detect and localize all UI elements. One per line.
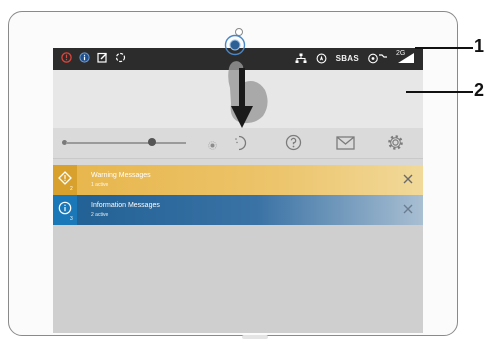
warning-messages-row[interactable]: 2 Warning Messages 1 active	[53, 165, 423, 195]
tablet-frame: SBAS 2G 2 Warning Messages 1 active 3 In…	[8, 11, 458, 339]
gear-icon[interactable]	[387, 134, 404, 156]
warning-icon-box: 2	[53, 165, 77, 195]
info-count: 3	[70, 216, 73, 222]
sensor-icon[interactable]	[368, 53, 388, 64]
brightness-slider-track[interactable]	[66, 142, 186, 144]
callout-label-1: 1	[474, 36, 485, 56]
info-title: Information Messages	[91, 202, 160, 209]
information-messages-row[interactable]: 3 Information Messages 2 active	[53, 195, 423, 225]
touch-point-icon	[224, 34, 246, 61]
warning-count: 2	[70, 186, 73, 192]
home-indicator	[242, 335, 268, 339]
info-subtitle: 2 active	[91, 212, 109, 218]
swipe-down-arrow-icon	[231, 68, 253, 135]
close-icon[interactable]	[401, 172, 415, 186]
cellular-signal-icon[interactable]: 2G	[396, 50, 415, 64]
device-screen: SBAS 2G 2 Warning Messages 1 active 3 In…	[53, 48, 423, 333]
alert-circle-icon[interactable]	[61, 52, 72, 63]
sun-icon	[208, 137, 217, 155]
brightness-slider-thumb[interactable]	[148, 138, 157, 146]
warning-title: Warning Messages	[91, 172, 151, 179]
network-icon[interactable]	[295, 53, 307, 64]
mail-icon[interactable]	[336, 136, 355, 155]
close-icon[interactable]	[401, 202, 415, 216]
callout-line-1	[415, 47, 473, 49]
info-icon-box: 3	[53, 195, 77, 225]
cellular-label: 2G	[396, 50, 406, 57]
sbas-label[interactable]: SBAS	[336, 54, 359, 63]
help-icon[interactable]	[285, 134, 302, 156]
sync-icon[interactable]	[115, 52, 126, 63]
empty-content-area	[53, 225, 423, 333]
callout-label-2: 2	[474, 80, 485, 100]
info-circle-icon[interactable]	[79, 52, 90, 63]
edit-note-icon[interactable]	[97, 52, 108, 63]
callout-line-2	[406, 91, 473, 93]
moon-icon[interactable]	[234, 135, 248, 156]
warning-subtitle: 1 active	[91, 182, 109, 188]
gps-icon[interactable]	[316, 53, 327, 64]
